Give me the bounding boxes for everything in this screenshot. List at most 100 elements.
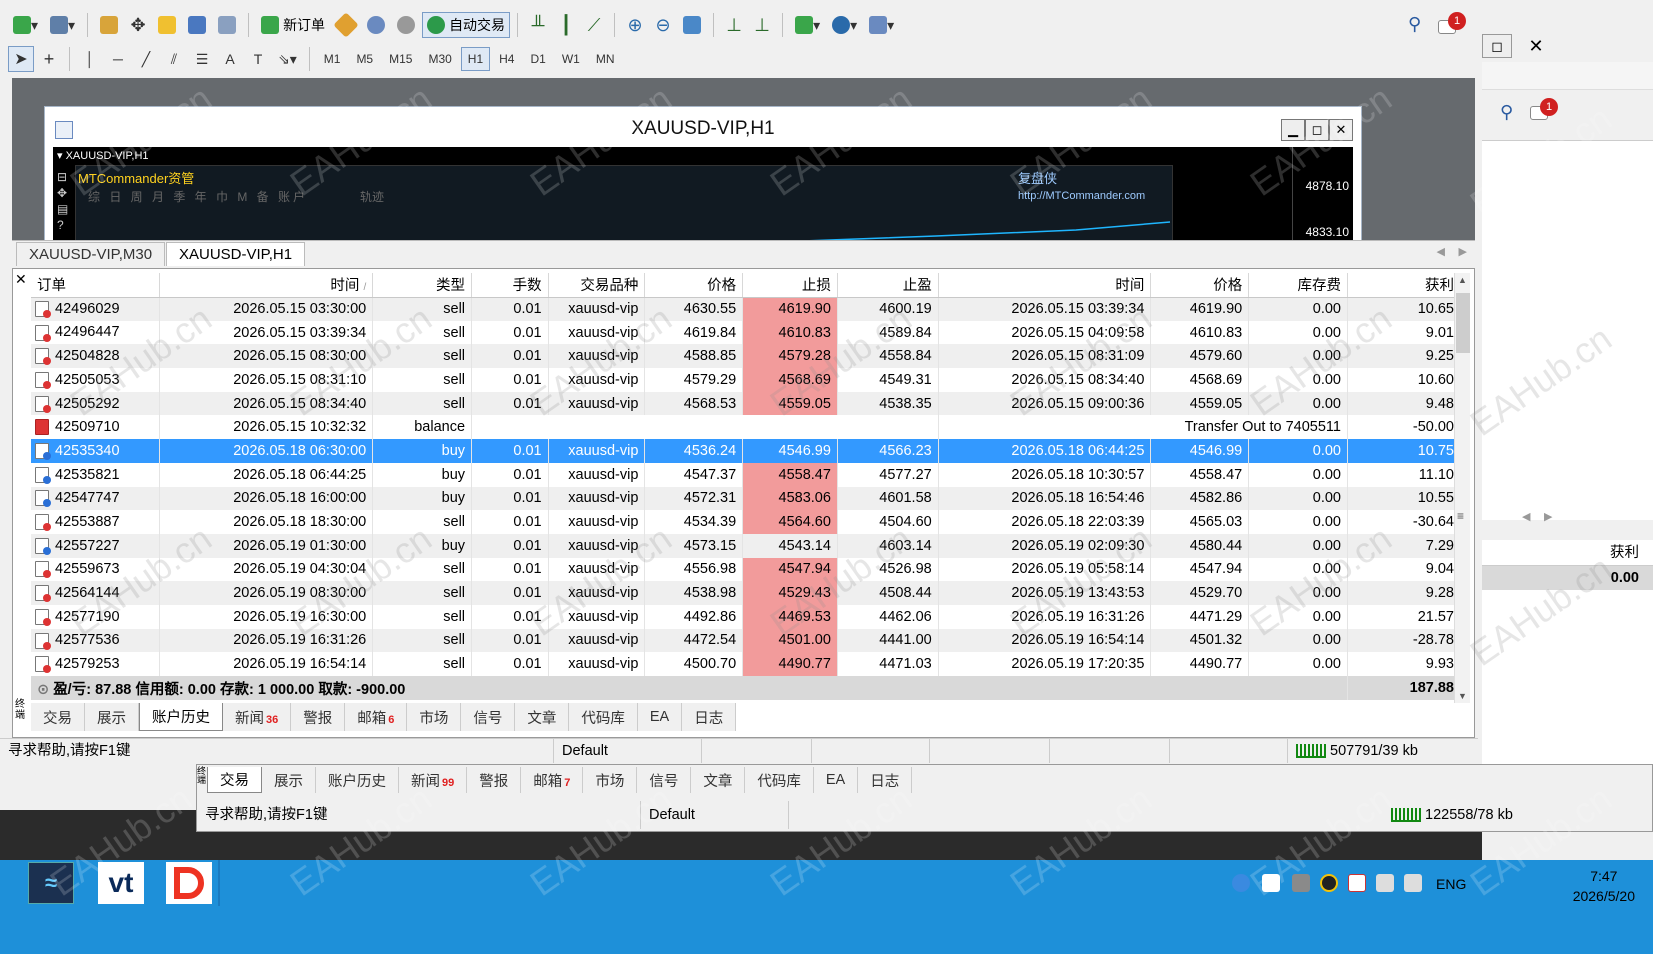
table-row[interactable]: 42504828 2026.05.15 08:30:00 sell 0.01 xauus… <box>31 344 1461 369</box>
notifications-button-secondary[interactable]: 1 <box>1530 98 1558 124</box>
col-profit[interactable]: 获利 <box>1347 273 1461 298</box>
bg-status-connection[interactable]: 122558/78 kb <box>1383 801 1563 829</box>
table-row[interactable]: 42559673 2026.05.19 04:30:04 sell 0.01 xauus… <box>31 557 1461 582</box>
horizontal-line-tool[interactable]: ─ <box>105 46 131 72</box>
table-row[interactable]: 42579253 2026.05.19 16:54:14 sell 0.01 xauus… <box>31 652 1461 676</box>
templates-button[interactable]: ▾ <box>864 12 899 38</box>
terminal-tab-11[interactable]: 日志 <box>682 703 737 731</box>
bg-terminal-tab-8[interactable]: 文章 <box>691 767 746 793</box>
col-sl[interactable]: 止损 <box>742 273 838 298</box>
col-close-time[interactable]: 时间 <box>938 273 1152 298</box>
scroll-down-icon[interactable]: ▼ <box>1458 691 1467 701</box>
signals-button[interactable] <box>362 12 390 38</box>
terminal-tab-1[interactable]: 展示 <box>85 703 139 731</box>
autoscroll-button[interactable]: ⊥ <box>749 12 775 38</box>
table-row[interactable]: 42577190 2026.05.19 16:30:00 sell 0.01 xauus… <box>31 604 1461 629</box>
scroll-thumb[interactable] <box>1456 293 1470 353</box>
terminal-close-icon[interactable]: ✕ <box>15 271 27 288</box>
table-row[interactable]: 42553887 2026.05.18 18:30:00 sell 0.01 xauus… <box>31 510 1461 534</box>
col-swap[interactable]: 库存费 <box>1248 273 1348 298</box>
label-tool[interactable]: T <box>245 46 271 72</box>
bg-terminal-tab-9[interactable]: 代码库 <box>745 767 814 793</box>
line-chart-button[interactable]: ⟋ <box>581 12 607 38</box>
tile-windows-button[interactable] <box>678 12 706 38</box>
maximize-button[interactable]: ◻ <box>1305 119 1329 141</box>
table-row[interactable]: 42509710 2026.05.15 10:32:32 balance Transf… <box>31 415 1461 440</box>
col-symbol[interactable]: 交易品种 <box>548 273 646 298</box>
tab-scroll-right[interactable]: ▶ <box>1459 245 1467 258</box>
tab-scroll-left[interactable]: ◀ <box>1437 245 1445 258</box>
timeframe-m5-button[interactable]: M5 <box>349 47 380 71</box>
scroll-up-icon[interactable]: ▲ <box>1458 275 1467 285</box>
vertical-scrollbar[interactable]: ▲ ≡ ▼ <box>1454 273 1470 703</box>
status-connection[interactable]: 507791/39 kb <box>1288 739 1458 763</box>
tray-display-icon[interactable] <box>1376 874 1394 892</box>
terminal-tab-10[interactable]: EA <box>637 703 683 731</box>
terminal-tab-3[interactable]: 新闻 36 <box>223 703 292 731</box>
table-row[interactable]: 42505053 2026.05.15 08:31:10 sell 0.01 xauus… <box>31 368 1461 392</box>
col-lots[interactable]: 手数 <box>471 273 549 298</box>
terminal-tab-6[interactable]: 市场 <box>407 703 462 731</box>
bg-terminal-tab-5[interactable]: 邮箱 7 <box>521 767 584 793</box>
terminal-tab-7[interactable]: 信号 <box>461 703 516 731</box>
col-order[interactable]: 订单 <box>31 273 160 298</box>
bg-terminal-tab-1[interactable]: 展示 <box>262 767 316 793</box>
terminal-tab-5[interactable]: 邮箱 6 <box>345 703 408 731</box>
arrows-tool[interactable]: ⇘▾ <box>273 46 302 72</box>
taskbar-clock[interactable]: 7:47 2026/5/20 <box>1573 866 1635 906</box>
bg-terminal-tab-0[interactable]: 交易 <box>207 767 262 793</box>
chart-tab-h1[interactable]: XAUUSD-VIP,H1 <box>166 242 306 266</box>
indicators-button[interactable]: ▾ <box>790 12 825 38</box>
timeframe-h1-button[interactable]: H1 <box>460 47 491 71</box>
timeframe-d1-button[interactable]: D1 <box>523 47 552 71</box>
table-row[interactable]: 42505292 2026.05.15 08:34:40 sell 0.01 xauus… <box>31 391 1461 416</box>
bg-terminal-tab-7[interactable]: 信号 <box>637 767 692 793</box>
zoom-out-button[interactable]: ⊖ <box>650 12 676 38</box>
meta-editor-button[interactable] <box>332 12 360 38</box>
tray-qq-icon[interactable] <box>1320 874 1338 892</box>
terminal-button[interactable] <box>183 12 211 38</box>
tray-antivirus-icon[interactable] <box>1232 874 1250 892</box>
bg-terminal-tab-3[interactable]: 新闻 99 <box>399 767 468 793</box>
col-type[interactable]: 类型 <box>372 273 473 298</box>
col-tp[interactable]: 止盈 <box>837 273 939 298</box>
profiles-button[interactable]: ▾ <box>45 12 80 38</box>
vt-taskbar-app[interactable]: vt <box>98 862 144 904</box>
vps-button[interactable] <box>392 12 420 38</box>
tray-update-icon[interactable] <box>1348 874 1366 892</box>
chart-window[interactable]: XAUUSD-VIP,H1 ▁ ◻ ✕ ▾ XAUUSD-VIP,H1 MTCo… <box>44 106 1362 249</box>
table-row[interactable]: 42535821 2026.05.18 06:44:25 buy 0.01 xauusd… <box>31 462 1461 487</box>
minimize-button[interactable]: ▁ <box>1281 119 1305 141</box>
bg-terminal-tab-10[interactable]: EA <box>813 767 859 793</box>
data-window-button[interactable]: ✥ <box>125 12 151 38</box>
close-button[interactable]: ✕ <box>1329 119 1353 141</box>
crosshair-tool[interactable]: + <box>36 46 62 72</box>
timeframe-m15-button[interactable]: M15 <box>382 47 419 71</box>
bg-terminal-tab-4[interactable]: 警报 <box>467 767 522 793</box>
market-watch-button[interactable] <box>95 12 123 38</box>
close-button-secondary[interactable]: ✕ <box>1516 34 1556 58</box>
tray-volume-icon[interactable] <box>1404 874 1422 892</box>
chart-shift-button[interactable]: ⊥ <box>721 12 747 38</box>
candle-chart-button[interactable]: ┃ <box>553 12 579 38</box>
search-icon-secondary[interactable]: ⚲ <box>1500 102 1513 123</box>
search-icon[interactable]: ⚲ <box>1408 14 1421 35</box>
table-row[interactable]: 42547747 2026.05.18 16:00:00 buy 0.01 xauusd… <box>31 486 1461 511</box>
timeframe-m30-button[interactable]: M30 <box>421 47 458 71</box>
col-close-price[interactable]: 价格 <box>1150 273 1250 298</box>
cursor-tool[interactable]: ➤ <box>8 46 34 72</box>
tray-network-icon[interactable] <box>1292 874 1310 892</box>
new-order-button[interactable]: 新订单 <box>256 12 330 38</box>
tray-app-icon[interactable] <box>1262 874 1280 892</box>
bg-terminal-tab-2[interactable]: 账户历史 <box>316 767 399 793</box>
fibonacci-tool[interactable]: ☰ <box>189 46 215 72</box>
bg-terminal-tab-6[interactable]: 市场 <box>583 767 638 793</box>
tester-button[interactable] <box>213 12 241 38</box>
bar-chart-button[interactable]: ╨ <box>525 12 551 38</box>
red-app-taskbar-icon[interactable] <box>166 862 212 904</box>
navigator-button[interactable] <box>153 12 181 38</box>
terminal-tab-9[interactable]: 代码库 <box>569 703 638 731</box>
restore-button[interactable]: ◻ <box>1482 34 1512 58</box>
auto-trading-button[interactable]: 自动交易 <box>422 12 511 38</box>
terminal-tab-4[interactable]: 警报 <box>291 703 346 731</box>
